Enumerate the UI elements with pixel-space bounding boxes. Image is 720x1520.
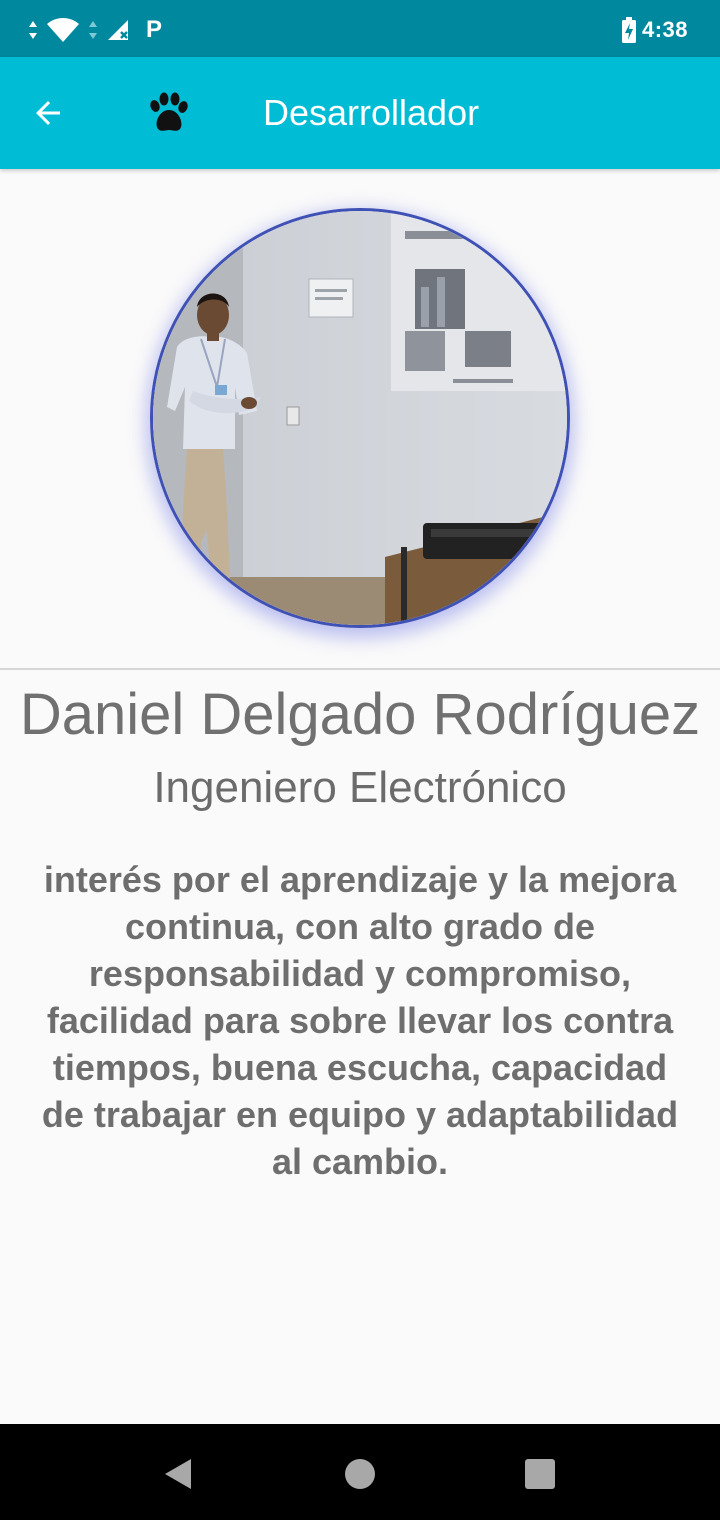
data-arrows-icon: [29, 21, 37, 39]
back-triangle-icon: [165, 1459, 191, 1489]
developer-presentation-photo: [153, 211, 567, 625]
status-time: 4:38: [641, 17, 688, 42]
nav-back-button[interactable]: [160, 1456, 196, 1492]
developer-bio: interés por el aprendizaje y la mejora c…: [41, 859, 679, 1182]
nav-recents-button[interactable]: [522, 1456, 558, 1492]
app-bar: Desarrollador: [0, 57, 720, 169]
status-icons-right: 4:38: [621, 14, 688, 46]
developer-role: Ingeniero Electrónico: [153, 763, 567, 812]
recents-square-icon: [525, 1459, 555, 1489]
home-circle-icon: [345, 1459, 375, 1489]
signal-arrows-icon: [89, 21, 97, 39]
battery-charging-icon: [621, 17, 636, 43]
arrow-back-icon: [36, 101, 60, 125]
page-title: Desarrollador: [263, 92, 480, 133]
paw-icon: [150, 92, 188, 131]
parking-app-icon: P: [146, 16, 163, 43]
developer-name: Daniel Delgado Rodríguez: [19, 682, 701, 747]
back-button[interactable]: [20, 85, 76, 141]
status-bar: P 4:38: [0, 0, 720, 57]
profile-photo: [150, 208, 570, 628]
wifi-icon: [47, 18, 79, 42]
cell-signal-no-service-icon: [108, 20, 128, 40]
system-navigation-bar: [0, 1424, 720, 1520]
divider: [0, 668, 720, 670]
nav-home-button[interactable]: [342, 1456, 378, 1492]
status-icons-left: P: [28, 16, 162, 44]
profile-photo-frame: [150, 208, 570, 628]
